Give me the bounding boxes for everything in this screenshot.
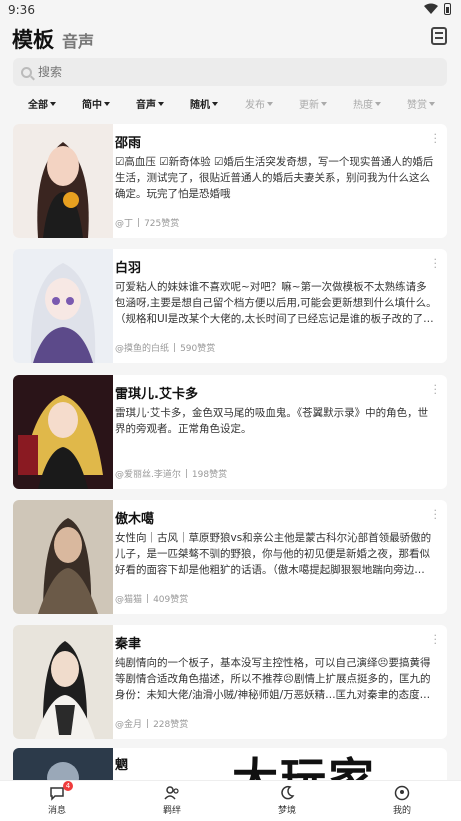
nav-bonds[interactable]: 羁绊 <box>142 785 202 816</box>
like-count: 725赞赏 <box>144 219 180 229</box>
chevron-down-icon <box>50 101 56 106</box>
character-name: 魍 <box>115 758 129 773</box>
separator: | <box>137 217 141 228</box>
nav-label: 羁绊 <box>162 806 181 816</box>
tab-audio[interactable]: 音声 <box>62 28 94 52</box>
search-input[interactable] <box>38 65 418 79</box>
author[interactable]: @摸鱼的白纸 <box>115 341 169 354</box>
card-meta: @猫猫 | 409赞赏 <box>115 592 189 606</box>
more-icon[interactable]: · · · <box>434 505 438 524</box>
filter-label: 随机 <box>190 100 210 111</box>
author[interactable]: @金月 <box>115 717 142 730</box>
separator: | <box>184 468 188 479</box>
character-description: ☑高血压 ☑新奇体验 ☑婚后生活突发奇想，写一个现实普通人的婚后生活，测试完了，… <box>115 156 434 200</box>
nav-label: 梦境 <box>277 806 296 816</box>
separator: | <box>173 342 177 353</box>
nav-profile[interactable]: 我的 <box>372 785 432 816</box>
moon-icon <box>279 785 295 801</box>
character-avatar <box>13 500 113 614</box>
character-description: 女性向｜古风｜草原野狼vs和亲公主他是蒙古科尔沁部首领最骄傲的儿子，是一匹桀骜不… <box>115 532 432 576</box>
search-bar[interactable] <box>13 58 447 86</box>
tab-template[interactable]: 模板 <box>12 24 54 54</box>
character-description: 可爱粘人的妹妹谁不喜欢呢~对吧？嘛~第一次做模板不太熟练请多包涵呀,主要是想自己… <box>115 281 437 325</box>
more-icon[interactable]: · · · <box>434 380 438 399</box>
profile-icon <box>394 785 410 801</box>
filter-label: 发布 <box>245 100 265 111</box>
filter-label: 简中 <box>82 100 102 111</box>
character-avatar <box>13 124 113 238</box>
chevron-down-icon <box>267 101 273 106</box>
filter-language[interactable]: 简中 <box>82 96 110 111</box>
filter-label: 全部 <box>28 100 48 111</box>
card-meta: @丁 | 725赞赏 <box>115 216 180 230</box>
template-card[interactable]: 邵雨 ☑高血压 ☑新奇体验 ☑婚后生活突发奇想，写一个现实普通人的婚后生活，测试… <box>13 124 447 238</box>
filter-label: 更新 <box>299 100 319 111</box>
chevron-down-icon <box>429 101 435 106</box>
battery-icon <box>444 3 451 15</box>
filter-label: 赞赏 <box>407 100 427 111</box>
card-meta: @金月 | 228赞赏 <box>115 717 189 731</box>
author[interactable]: @爱丽丝.李道尔 <box>115 467 181 480</box>
like-count: 198赞赏 <box>191 470 228 480</box>
chevron-down-icon <box>375 101 381 106</box>
character-name: 邵雨 <box>115 136 142 151</box>
character-description: 纯剧情向的一个板子，基本没写主控性格，可以自己演绎😣要搞黄得等剧情合适改角色描述… <box>115 657 431 701</box>
filter-likes[interactable]: 赞赏 <box>407 96 435 111</box>
filter-bar: 全部 简中 音声 随机 发布 更新 热度 赞赏 <box>0 96 461 116</box>
filter-all[interactable]: 全部 <box>28 96 56 111</box>
filter-label: 音声 <box>136 100 156 111</box>
nav-label: 我的 <box>392 806 411 816</box>
like-count: 228赞赏 <box>153 720 189 730</box>
chevron-down-icon <box>212 101 218 106</box>
card-meta: @爱丽丝.李道尔 | 198赞赏 <box>115 467 228 481</box>
template-card[interactable]: 秦聿 纯剧情向的一个板子，基本没写主控性格，可以自己演绎😣要搞黄得等剧情合适改角… <box>13 625 447 739</box>
character-avatar <box>13 249 113 363</box>
nav-messages[interactable]: 4 消息 <box>27 781 87 816</box>
template-card[interactable]: 傲木噶 女性向｜古风｜草原野狼vs和亲公主他是蒙古科尔沁部首领最骄傲的儿子，是一… <box>13 500 447 614</box>
chevron-down-icon <box>104 101 110 106</box>
notebook-icon[interactable] <box>431 27 447 45</box>
character-name: 白羽 <box>115 261 142 276</box>
more-icon[interactable]: · · · <box>434 129 438 148</box>
character-avatar <box>13 625 113 739</box>
nav-label: 消息 <box>47 806 66 816</box>
filter-random[interactable]: 随机 <box>190 96 218 111</box>
more-icon[interactable]: · · · <box>434 254 438 273</box>
more-icon[interactable]: · · · <box>434 630 438 649</box>
nav-dream[interactable]: 梦境 <box>257 785 317 816</box>
unread-badge: 4 <box>63 781 73 791</box>
header: 模板 音声 <box>0 20 461 56</box>
like-count: 409赞赏 <box>153 595 189 605</box>
template-card[interactable]: 白羽 可爱粘人的妹妹谁不喜欢呢~对吧？嘛~第一次做模板不太熟练请多包涵呀,主要是… <box>13 249 447 363</box>
character-name: 雷琪儿.艾卡多 <box>115 387 198 402</box>
like-count: 590赞赏 <box>180 344 216 354</box>
author[interactable]: @猫猫 <box>115 592 142 605</box>
character-avatar <box>13 375 113 489</box>
filter-heat[interactable]: 热度 <box>353 96 381 111</box>
status-time: 9:36 <box>8 3 35 17</box>
bottom-nav: 4 消息 羁绊 梦境 我的 <box>0 780 461 821</box>
character-name: 傲木噶 <box>115 512 155 527</box>
author[interactable]: @丁 <box>115 216 133 229</box>
filter-publish[interactable]: 发布 <box>245 96 273 111</box>
chat-icon: 4 <box>49 781 73 801</box>
chevron-down-icon <box>321 101 327 106</box>
filter-type[interactable]: 音声 <box>136 96 164 111</box>
card-meta: @摸鱼的白纸 | 590赞赏 <box>115 341 216 355</box>
separator: | <box>146 718 150 729</box>
template-card[interactable]: 雷琪儿.艾卡多 雷琪儿·艾卡多，金色双马尾的吸血鬼。《苍翼默示录》中的角色，世界… <box>13 375 447 489</box>
filter-update[interactable]: 更新 <box>299 96 327 111</box>
character-description: 雷琪儿·艾卡多，金色双马尾的吸血鬼。《苍翼默示录》中的角色，世界的旁观者。正常角… <box>115 407 429 435</box>
status-bar: 9:36 <box>0 0 461 20</box>
chevron-down-icon <box>158 101 164 106</box>
separator: | <box>146 593 150 604</box>
search-icon <box>21 66 32 78</box>
status-icons <box>424 3 451 15</box>
character-name: 秦聿 <box>115 637 142 652</box>
users-icon <box>164 785 180 801</box>
wifi-icon <box>424 3 438 14</box>
filter-label: 热度 <box>353 100 373 111</box>
